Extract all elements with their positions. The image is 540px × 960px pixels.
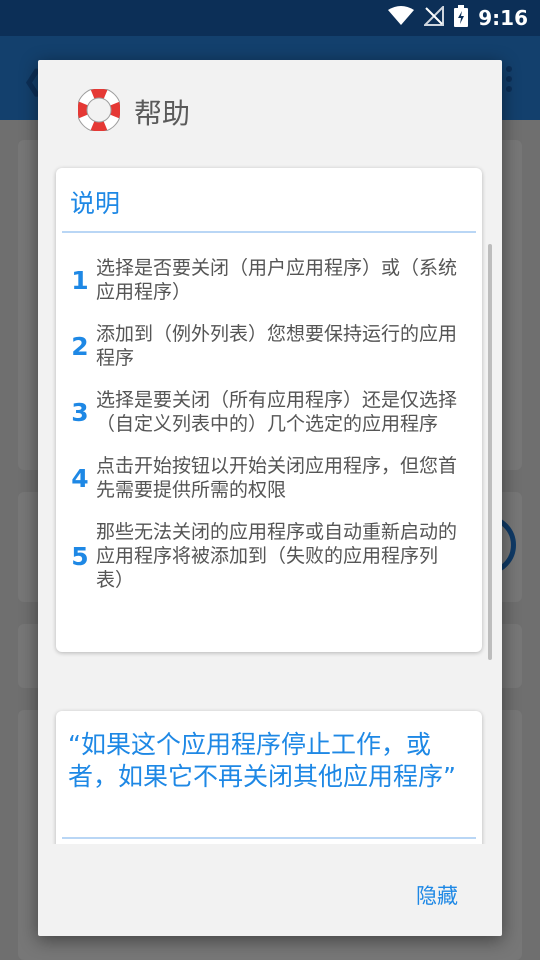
faq-question: “如果这个应用程序停止工作，或者，如果它不再关闭其他应用程序” (68, 730, 456, 791)
step-number: 3 (71, 397, 89, 427)
step-number: 5 (71, 541, 89, 571)
step-number: 2 (71, 331, 89, 361)
status-time: 9:16 (478, 6, 528, 30)
instructions-title: 说明 (70, 189, 121, 218)
wifi-icon (388, 6, 415, 30)
list-item: 3 选择是要关闭（所有应用程序）还是仅选择（自定义列表中的）几个选定的应用程序 (56, 388, 482, 436)
status-bar: 9:16 (0, 0, 540, 36)
scrollbar[interactable] (488, 244, 492, 660)
list-item: 4 点击开始按钮以开始关闭应用程序，但您首先需要提供所需的权限 (56, 454, 482, 502)
dialog-header: 帮助 (76, 87, 191, 136)
step-text: 点击开始按钮以开始关闭应用程序，但您首先需要提供所需的权限 (96, 455, 458, 501)
faq-card: “如果这个应用程序停止工作，或者，如果它不再关闭其他应用程序” (56, 711, 482, 844)
battery-charging-icon (454, 5, 469, 31)
instructions-card: 说明 1 选择是否要关闭（用户应用程序）或（系统应用程序） 2 添加到（例外列表… (56, 168, 482, 652)
list-item: 1 选择是否要关闭（用户应用程序）或（系统应用程序） (56, 256, 482, 304)
step-text: 那些无法关闭的应用程序或自动重新启动的应用程序将被添加到（失败的应用程序列表） (96, 521, 458, 591)
no-signal-icon (422, 4, 445, 30)
dialog-scroll-area[interactable]: 说明 1 选择是否要关闭（用户应用程序）或（系统应用程序） 2 添加到（例外列表… (38, 160, 502, 844)
step-text: 添加到（例外列表）您想要保持运行的应用程序 (96, 323, 458, 369)
list-item: 2 添加到（例外列表）您想要保持运行的应用程序 (56, 322, 482, 370)
list-item: 5 那些无法关闭的应用程序或自动重新启动的应用程序将被添加到（失败的应用程序列表… (56, 520, 482, 592)
overflow-menu-icon (506, 66, 512, 92)
dialog-title: 帮助 (134, 97, 191, 130)
step-text: 选择是要关闭（所有应用程序）还是仅选择（自定义列表中的）几个选定的应用程序 (96, 389, 458, 435)
step-text: 选择是否要关闭（用户应用程序）或（系统应用程序） (96, 257, 458, 303)
steps-list: 1 选择是否要关闭（用户应用程序）或（系统应用程序） 2 添加到（例外列表）您想… (56, 256, 482, 610)
divider (62, 837, 476, 839)
step-number: 1 (71, 265, 89, 295)
step-number: 4 (71, 463, 89, 493)
help-dialog: 帮助 说明 1 选择是否要关闭（用户应用程序）或（系统应用程序） 2 添加到（例… (38, 60, 502, 936)
divider (62, 231, 476, 233)
hide-button[interactable]: 隐藏 (416, 880, 458, 910)
lifebuoy-icon (76, 87, 122, 135)
